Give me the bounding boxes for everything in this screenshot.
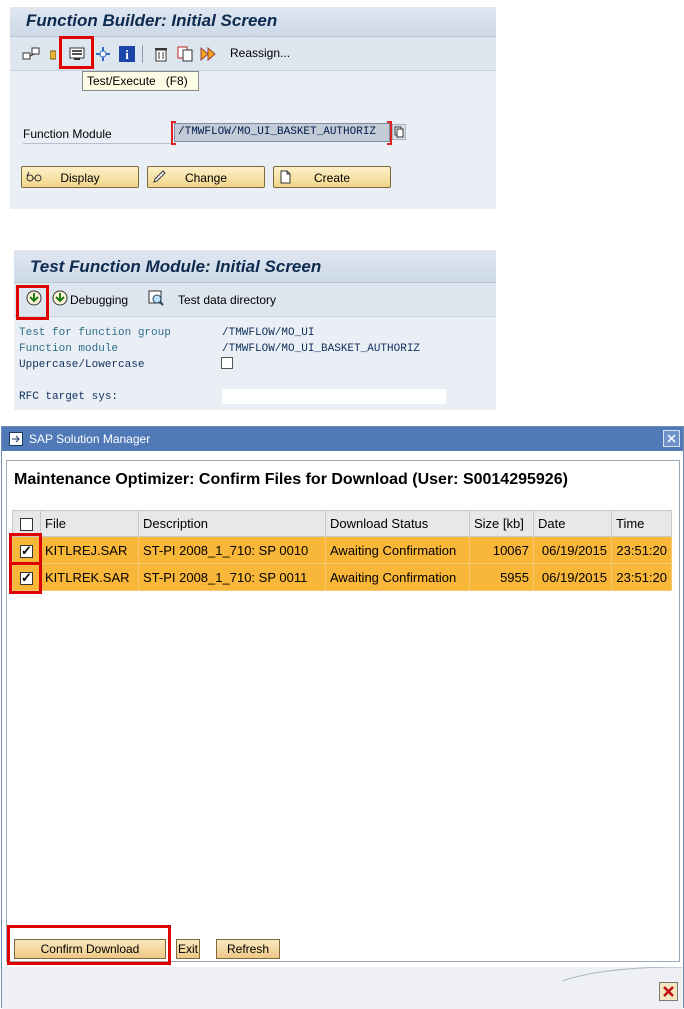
window-app-icon (9, 432, 23, 446)
window-close-button[interactable] (663, 430, 680, 447)
solution-manager-window: SAP Solution Manager Maintenance Optimiz… (1, 426, 684, 1009)
function-module-input[interactable]: /TMWFLOW/MO_UI_BASKET_AUTHORIZ (174, 123, 390, 142)
select-all-header[interactable] (12, 510, 41, 537)
close-icon (663, 986, 674, 997)
title-bar: Test Function Module: Initial Screen (14, 250, 496, 283)
rfc-target-label: RFC target sys: (19, 391, 119, 403)
size-cell: 5955 (469, 563, 534, 591)
table-row[interactable]: KITLREJ.SAR ST-PI 2008_1_710: SP 0010 Aw… (12, 536, 672, 564)
column-header-size[interactable]: Size [kb] (469, 510, 534, 537)
description-cell: ST-PI 2008_1_710: SP 0011 (138, 563, 326, 591)
page-title: Test Function Module: Initial Screen (30, 257, 322, 276)
table-header-row: File Description Download Status Size [k… (12, 510, 672, 537)
debugging-button[interactable]: Debugging (70, 293, 128, 307)
time-cell: 23:51:20 (611, 563, 672, 591)
value-help-icon[interactable] (392, 124, 406, 140)
page-title: Function Builder: Initial Screen (26, 11, 278, 30)
status-cell: Awaiting Confirmation (325, 563, 470, 591)
column-header-date[interactable]: Date (533, 510, 612, 537)
test-data-icon (148, 290, 164, 306)
window-footer (2, 967, 683, 1009)
status-cell: Awaiting Confirmation (325, 536, 470, 564)
info-icon[interactable]: i (118, 45, 136, 63)
file-cell: KITLREJ.SAR (40, 536, 139, 564)
rfc-target-input[interactable] (222, 389, 446, 404)
row-checkbox-cell[interactable] (12, 563, 41, 591)
confirm-download-button[interactable]: Confirm Download (14, 939, 166, 959)
toolbar-divider (142, 45, 143, 63)
row-checkbox-cell[interactable] (12, 536, 41, 564)
refresh-button[interactable]: Refresh (216, 939, 280, 959)
execute-icon[interactable] (26, 290, 42, 306)
folder-icon[interactable] (50, 45, 56, 63)
test-execute-icon[interactable] (68, 45, 86, 63)
file-cell: KITLREK.SAR (40, 563, 139, 591)
window-title-bar: SAP Solution Manager (2, 427, 683, 451)
close-icon (667, 434, 676, 443)
function-module-label: Function Module (23, 127, 112, 141)
change-button-label: Change (184, 171, 228, 185)
column-header-time[interactable]: Time (611, 510, 672, 537)
table-row[interactable]: KITLREK.SAR ST-PI 2008_1_710: SP 0011 Aw… (12, 563, 672, 591)
rename-icon[interactable] (200, 45, 218, 63)
create-button-label: Create (313, 171, 351, 185)
date-cell: 06/19/2015 (533, 536, 612, 564)
field-underline (23, 143, 173, 144)
delete-icon[interactable] (152, 45, 170, 63)
row-checkbox[interactable] (20, 570, 33, 586)
size-cell: 10067 (469, 536, 534, 564)
description-cell: ST-PI 2008_1_710: SP 0010 (138, 536, 326, 564)
reassign-button[interactable]: Reassign... (230, 46, 290, 60)
display-button-label: Display (60, 171, 100, 185)
dialog-content: Maintenance Optimizer: Confirm Files for… (6, 460, 680, 962)
select-all-checkbox[interactable] (20, 518, 33, 532)
title-bar: Function Builder: Initial Screen (10, 7, 496, 37)
test-function-panel: Test Function Module: Initial Screen Deb… (14, 250, 496, 410)
footer-curve (562, 967, 682, 981)
toolbar: Debugging Test data directory (14, 283, 496, 317)
function-module-label: Function module (19, 343, 119, 355)
display-button[interactable]: Display (21, 166, 139, 188)
hierarchy-icon[interactable] (94, 45, 112, 63)
create-button[interactable]: Create (273, 166, 391, 188)
function-group-label: Test for function group (19, 327, 171, 339)
copy-icon[interactable] (176, 45, 194, 63)
column-header-description[interactable]: Description (138, 510, 326, 537)
files-table: File Description Download Status Size [k… (12, 510, 672, 591)
function-builder-panel: Function Builder: Initial Screen i Reass… (10, 7, 496, 209)
function-module-value: /TMWFLOW/MO_UI_BASKET_AUTHORIZ (222, 343, 421, 355)
exit-button[interactable]: Exit (176, 939, 200, 959)
date-cell: 06/19/2015 (533, 563, 612, 591)
column-header-file[interactable]: File (40, 510, 139, 537)
input-required-marker (171, 121, 176, 145)
footer-close-button[interactable] (659, 982, 678, 1001)
time-cell: 23:51:20 (611, 536, 672, 564)
function-group-value: /TMWFLOW/MO_UI (222, 327, 315, 339)
uppercase-lowercase-label: Uppercase/Lowercase (19, 359, 145, 371)
dialog-heading: Maintenance Optimizer: Confirm Files for… (14, 471, 568, 488)
debugging-icon (52, 290, 68, 306)
uppercase-lowercase-checkbox[interactable] (221, 357, 233, 369)
row-checkbox[interactable] (20, 543, 33, 559)
window-title: SAP Solution Manager (29, 432, 151, 446)
toolbar: i Reassign... (10, 37, 496, 71)
tooltip-test-execute: Test/Execute (F8) (82, 71, 199, 91)
column-header-status[interactable]: Download Status (325, 510, 470, 537)
test-data-directory-button[interactable]: Test data directory (178, 293, 276, 307)
svg-text:i: i (125, 47, 129, 62)
where-used-icon[interactable] (22, 45, 40, 63)
change-button[interactable]: Change (147, 166, 265, 188)
